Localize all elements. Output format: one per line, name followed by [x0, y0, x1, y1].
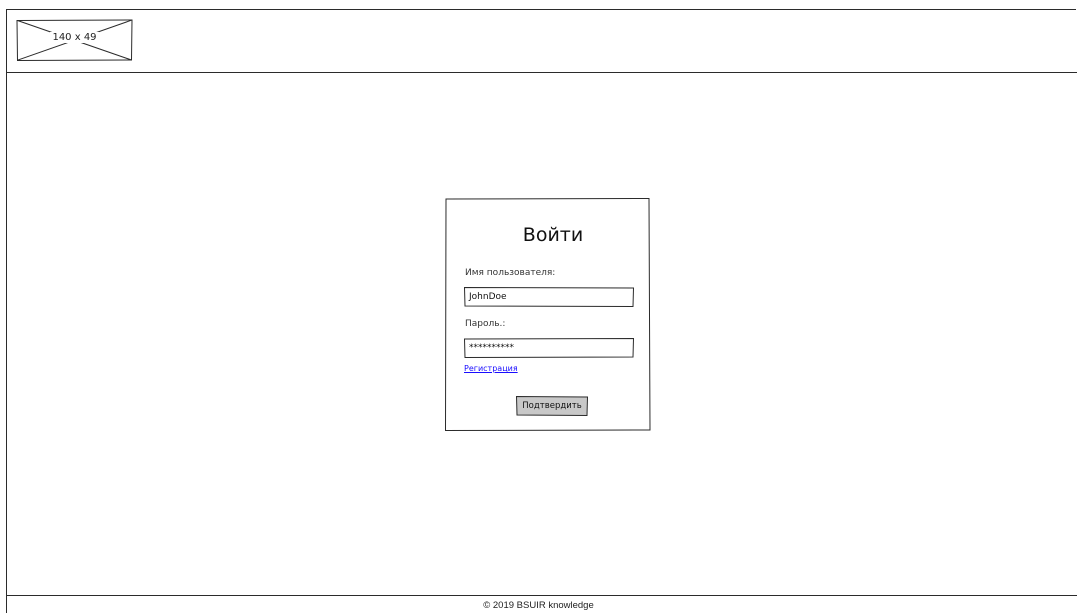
logo-placeholder-label: 140 x 49	[50, 32, 99, 43]
username-label: Имя пользователя:	[465, 268, 556, 278]
footer-divider	[6, 595, 1077, 596]
submit-button[interactable]: Подтвердить	[516, 396, 588, 416]
password-value: **********	[469, 343, 514, 353]
register-link[interactable]: Регистрация	[464, 363, 518, 374]
submit-button-label: Подтвердить	[522, 401, 582, 411]
header-divider	[6, 72, 1077, 73]
username-value: JohnDoe	[469, 292, 507, 302]
username-input[interactable]: JohnDoe	[464, 287, 634, 307]
password-label: Пароль.:	[465, 319, 506, 329]
logo-image-placeholder: 140 x 49	[16, 19, 133, 61]
password-input[interactable]: **********	[464, 338, 634, 358]
login-title: Войти	[522, 224, 584, 246]
footer-copyright: © 2019 BSUIR knowledge	[483, 600, 594, 611]
